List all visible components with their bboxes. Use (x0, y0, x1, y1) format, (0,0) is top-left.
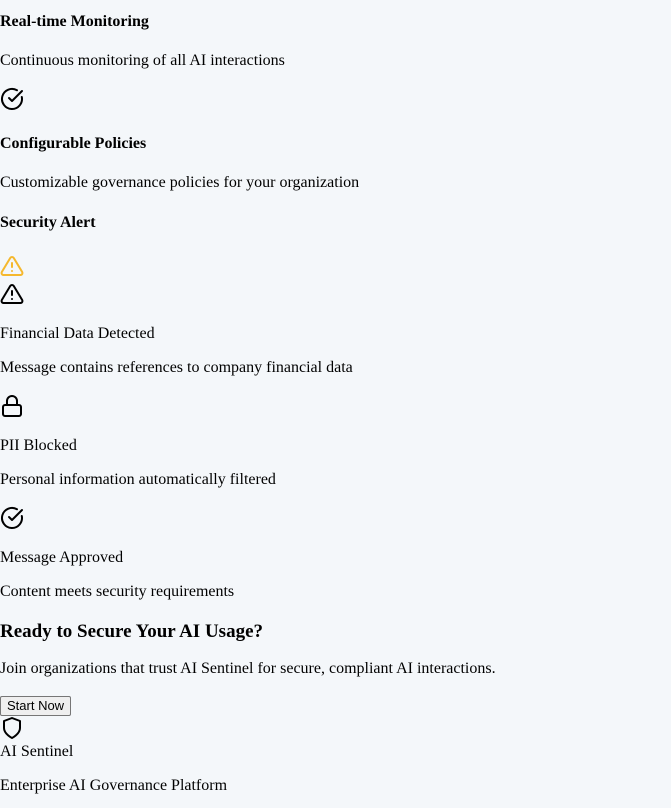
lock-icon (0, 394, 24, 418)
alert-description-pii: Personal information automatically filte… (0, 471, 276, 488)
check-circle-icon (0, 87, 24, 111)
alert-title-pii: PII Blocked (0, 437, 77, 454)
feature-title-monitoring: Real-time Monitoring (0, 13, 149, 30)
cta-heading: Ready to Secure Your AI Usage? (0, 621, 264, 642)
feature-title-policies: Configurable Policies (0, 135, 147, 152)
alert-title-financial: Financial Data Detected (0, 325, 155, 342)
footer-tagline: Enterprise AI Governance Platform (0, 777, 228, 794)
alert-title-approved: Message Approved (0, 549, 124, 566)
warning-icon (0, 254, 24, 278)
alert-description-approved: Content meets security requirements (0, 583, 235, 600)
check-circle-icon (0, 506, 24, 530)
start-now-button[interactable]: Start Now (0, 696, 72, 716)
feature-description-monitoring: Continuous monitoring of all AI interact… (0, 52, 285, 69)
alert-description-financial: Message contains references to company f… (0, 359, 353, 376)
security-alert-heading: Security Alert (0, 214, 96, 231)
warning-icon (0, 282, 24, 306)
shield-icon (0, 716, 24, 740)
cta-description: Join organizations that trust AI Sentine… (0, 660, 496, 677)
footer-brand: AI Sentinel (0, 743, 74, 760)
feature-description-policies: Customizable governance policies for you… (0, 174, 360, 191)
